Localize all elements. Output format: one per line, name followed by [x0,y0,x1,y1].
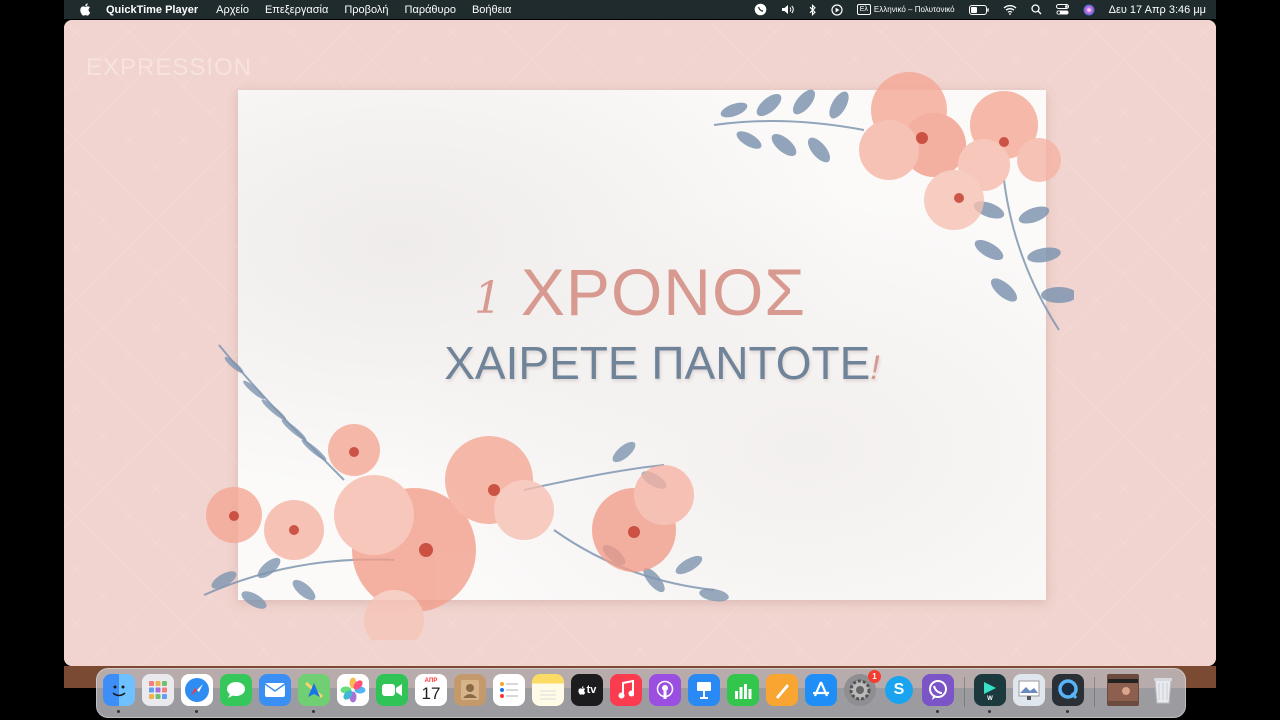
video-title: 1 ΧΡΟΝΟΣ [64,254,1216,330]
appstore-icon[interactable] [805,674,837,706]
settings-badge: 1 [868,670,881,683]
video-subtitle: ΧΑΙΡΕΤΕ ΠΑΝΤΟΤΕ! [64,336,1216,390]
input-source-label: Ελληνικό – Πολυτονικό [873,5,955,14]
system-settings-icon[interactable]: 1 [844,670,881,706]
menu-bar: QuickTime Player Αρχείο Επεξεργασία Προβ… [64,0,1216,19]
apple-logo-icon[interactable] [78,3,92,17]
dock: ΑΠΡ 17 tv 1 S W [96,668,1186,718]
calendar-icon[interactable]: ΑΠΡ 17 [415,674,447,706]
reminders-icon[interactable] [493,674,525,706]
maps-icon[interactable] [298,674,330,713]
now-playing-icon[interactable] [831,3,843,16]
quicktime-icon[interactable] [1052,674,1084,713]
menu-help[interactable]: Βοήθεια [472,4,511,16]
control-center-icon[interactable] [1055,4,1069,15]
menubar-clock[interactable]: Δευ 17 Απρ 3:46 μμ [1109,4,1206,16]
facetime-icon[interactable] [376,674,408,706]
siri-icon[interactable] [1083,4,1095,16]
filmora-icon[interactable]: W [974,674,1006,713]
viber-icon[interactable] [922,674,954,713]
title-text: ΧΡΟΝΟΣ [520,255,807,329]
battery-icon[interactable] [968,4,989,15]
video-watermark: EXPRESSION [86,54,253,81]
launchpad-icon[interactable] [142,674,174,706]
trash-icon[interactable] [1147,674,1179,706]
mail-icon[interactable] [259,674,291,706]
viber-status-icon[interactable] [754,3,767,16]
skype-letter: S [885,676,913,704]
menu-edit[interactable]: Επεξεργασία [265,4,328,16]
pages-icon[interactable] [766,674,798,706]
subtitle-text: ΧΑΙΡΕΤΕ ΠΑΝΤΟΤΕ [444,337,871,389]
input-source[interactable]: Ελ Ελληνικό – Πολυτονικό [856,4,955,15]
podcasts-icon[interactable] [649,674,681,706]
messages-icon[interactable] [220,674,252,706]
subtitle-exclaim: ! [870,349,880,387]
svg-text:W: W [987,696,993,701]
menu-window[interactable]: Παράθυρο [405,4,456,16]
photos-icon[interactable] [337,674,369,706]
contacts-icon[interactable] [454,674,486,706]
menu-app-name[interactable]: QuickTime Player [106,4,198,16]
music-icon[interactable] [610,674,642,706]
quicktime-video-window[interactable]: EXPRESSION 1 ΧΡΟΝΟΣ ΧΑΙΡΕΤΕ ΠΑΝΤΟΤΕ! [64,20,1216,666]
input-source-badge: Ελ [856,4,871,15]
keynote-icon[interactable] [688,674,720,706]
menu-file[interactable]: Αρχείο [216,4,249,16]
finder-icon[interactable] [103,674,135,713]
spotlight-search-icon[interactable] [1030,4,1042,15]
volume-icon[interactable] [781,4,795,15]
notes-icon[interactable] [532,674,564,706]
bluetooth-icon[interactable] [809,3,817,16]
dock-separator [964,677,965,707]
skype-icon[interactable]: S [883,674,915,706]
dock-separator-2 [1094,677,1095,707]
safari-icon[interactable] [181,674,213,713]
minimized-video-thumbnail-icon[interactable] [1107,674,1139,706]
wifi-icon[interactable] [1003,4,1017,15]
appletv-icon[interactable]: tv [571,674,603,706]
numbers-icon[interactable] [727,674,759,706]
calendar-day: 17 [421,684,441,703]
preview-icon[interactable] [1013,674,1045,706]
title-number: 1 [473,273,503,324]
appletv-label: tv [586,684,597,696]
menu-view[interactable]: Προβολή [344,4,388,16]
